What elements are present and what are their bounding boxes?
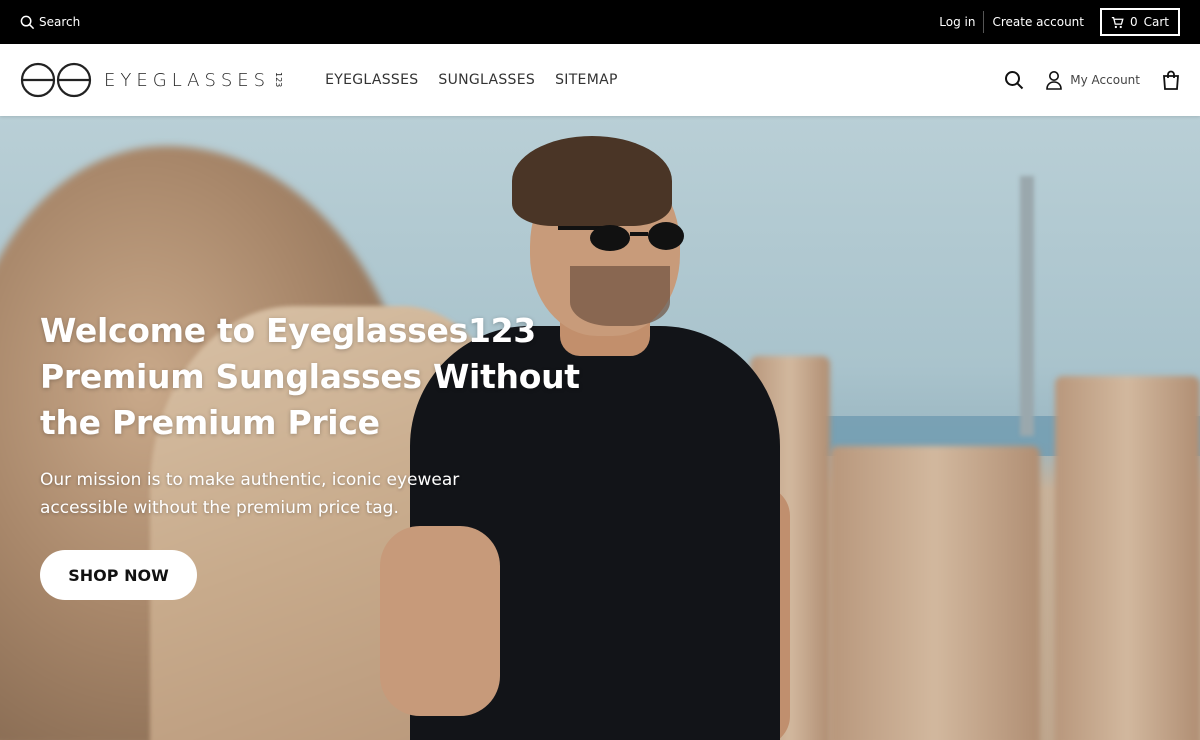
- logo-wordmark: EYEGLASSES: [104, 69, 271, 91]
- nav-item-sitemap[interactable]: SITEMAP: [555, 72, 618, 88]
- hero-background-pillar: [830, 446, 1040, 740]
- top-search-link[interactable]: Search: [20, 15, 80, 30]
- logo-mark-icon: [20, 62, 92, 98]
- model-arm: [380, 526, 500, 716]
- logo-suffix: 123: [274, 72, 284, 88]
- hero-subtitle: Our mission is to make authentic, iconic…: [40, 470, 460, 518]
- account-links: Log in Create account 0 Cart: [931, 8, 1180, 36]
- hero-title: Welcome to Eyeglasses123 Premium Sunglas…: [40, 308, 600, 446]
- hero-background-pole: [1020, 176, 1034, 436]
- cart-icon: [1111, 16, 1124, 28]
- create-account-link[interactable]: Create account: [984, 15, 1092, 29]
- header-tools: My Account: [1004, 70, 1180, 90]
- hero-background-pillar: [1055, 376, 1200, 740]
- login-link[interactable]: Log in: [931, 15, 983, 29]
- my-account-label: My Account: [1070, 73, 1140, 87]
- bag-icon: [1163, 70, 1179, 90]
- hero-title-line: the Premium Price: [40, 403, 380, 442]
- hero-banner: Welcome to Eyeglasses123 Premium Sunglas…: [0, 116, 1200, 740]
- cart-button[interactable]: 0 Cart: [1099, 8, 1180, 36]
- my-account-link[interactable]: My Account: [1046, 70, 1140, 90]
- sunglasses-icon: [558, 222, 684, 251]
- hero-title-line: Welcome to Eyeglasses123: [40, 311, 536, 350]
- hero-copy: Welcome to Eyeglasses123 Premium Sunglas…: [40, 308, 600, 522]
- cart-label: Cart: [1143, 15, 1169, 29]
- site-logo[interactable]: EYEGLASSES 123: [20, 62, 283, 98]
- model-hair: [512, 136, 672, 226]
- search-icon: [1005, 71, 1024, 90]
- hero-title-line: Premium Sunglasses Without: [40, 357, 580, 396]
- nav-item-sunglasses[interactable]: SUNGLASSES: [438, 72, 535, 88]
- main-header: EYEGLASSES 123 EYEGLASSES SUNGLASSES SIT…: [0, 44, 1200, 116]
- top-utility-bar: Search Log in Create account 0 Cart: [0, 0, 1200, 44]
- header-search-button[interactable]: [1004, 70, 1024, 90]
- search-icon: [20, 15, 35, 29]
- header-bag-button[interactable]: [1162, 70, 1180, 90]
- primary-nav: EYEGLASSES SUNGLASSES SITEMAP: [325, 72, 618, 88]
- cart-count: 0: [1129, 15, 1138, 29]
- nav-item-eyeglasses[interactable]: EYEGLASSES: [325, 72, 418, 88]
- search-label: Search: [39, 15, 81, 29]
- user-icon: [1046, 71, 1063, 90]
- shop-now-button[interactable]: SHOP NOW: [40, 550, 197, 600]
